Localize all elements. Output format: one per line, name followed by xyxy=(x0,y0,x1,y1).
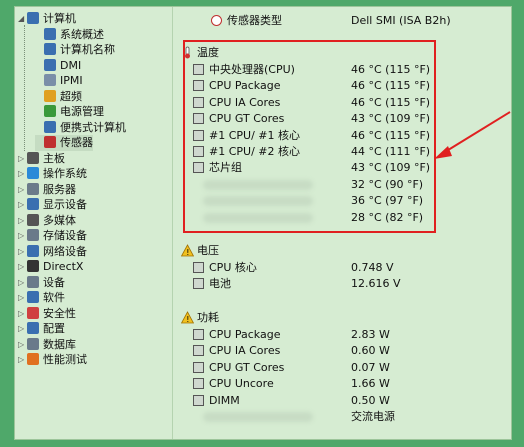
annotation-arrow xyxy=(434,111,511,159)
